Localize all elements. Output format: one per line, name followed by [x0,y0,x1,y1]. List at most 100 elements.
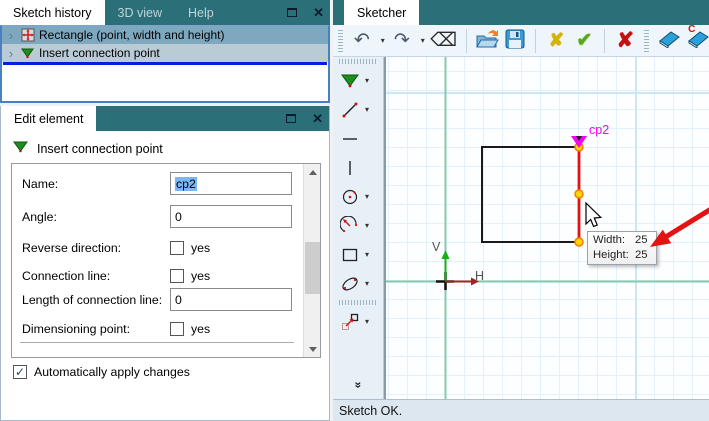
yellow-x-icon: ✘ [548,30,564,50]
status-text: Sketch OK. [339,403,403,418]
insertion-indicator [3,62,327,65]
tab-help[interactable]: Help [175,0,227,25]
erase-elements-button[interactable]: C [686,24,709,54]
connection-point-marker-notch [576,136,582,141]
sketcher-tabbar: Sketcher [333,0,709,25]
field-row-dimensioning-point: Dimensioning point: yes [22,322,210,336]
delete-last-button[interactable]: ⌫ [430,28,458,54]
save-button[interactable] [504,28,526,54]
edit-element-header: Insert connection point [13,141,163,156]
maximize-icon[interactable] [286,114,297,123]
chevron-down-icon[interactable]: ▾ [381,36,385,45]
auto-apply-checkbox[interactable]: ✓ [13,365,27,379]
close-icon[interactable]: ✕ [312,112,323,125]
eraser-icon [657,30,681,51]
v-axis-label: V [432,240,441,254]
ellipse-tool[interactable]: ▾ [333,269,383,298]
undo-button[interactable]: ↶ [351,28,373,54]
angle-field[interactable] [170,205,292,228]
ellipse-icon [338,274,362,294]
field-row-reverse-direction: Reverse direction: yes [22,241,210,255]
tree-item-label: Insert connection point [39,46,160,60]
reverse-direction-label: Reverse direction: [22,241,122,255]
undo-icon: ↶ [353,30,370,51]
delete-button[interactable]: ✘ [614,28,636,54]
properties-groupbox: Name: cp2 Angle: Reverse direction: yes … [11,163,321,358]
maximize-icon[interactable] [287,8,298,17]
tab-sketch-history[interactable]: Sketch history [0,0,105,25]
redo-button[interactable]: ↷ [391,28,413,54]
double-chevron-icon: » [351,381,365,387]
scrollbar-down-icon[interactable] [304,341,321,357]
angle-label: Angle: [22,209,57,224]
chevron-down-icon[interactable]: ▾ [365,76,369,85]
green-triangle-icon [20,46,35,61]
sketch-canvas[interactable]: Width: 25 Height: 25 cp2 V H [384,57,709,399]
edit-element-tabbar: Edit element ✕ [1,106,329,131]
horizontal-line-tool[interactable] [333,124,383,153]
form-scrollbar[interactable] [303,164,320,357]
erase-button[interactable] [657,28,680,54]
edge-end-handle[interactable] [574,237,584,247]
chevron-down-icon[interactable]: ▾ [421,36,425,45]
open-button[interactable] [475,28,499,54]
tools-grip[interactable] [339,59,377,64]
sketch-drawing [386,57,709,399]
connection-point-tool[interactable]: ▾ [333,66,383,95]
chevron-down-icon[interactable]: ▾ [365,250,369,259]
confirm-button[interactable]: ✔ [573,28,595,54]
expander-icon[interactable]: › [6,29,16,42]
scrollbar-thumb[interactable] [305,242,320,294]
redo-icon: ↷ [393,30,410,51]
tab-sketcher[interactable]: Sketcher [344,0,420,25]
tab-edit-element[interactable]: Edit element [1,106,97,131]
chevron-down-icon[interactable]: ▾ [365,279,369,288]
chevron-down-icon[interactable]: ▾ [365,317,369,326]
edge-midpoint-handle[interactable] [574,189,584,199]
red-x-icon: ✘ [616,29,635,52]
rectangle-icon [338,245,362,265]
tab-3d-view[interactable]: 3D view [105,0,175,25]
dimensioning-point-checkbox[interactable] [170,322,184,336]
toolbar-grip[interactable] [338,29,343,52]
line-tool[interactable]: ▾ [333,95,383,124]
expander-icon[interactable]: › [6,47,16,60]
edit-element-header-label: Insert connection point [37,141,163,156]
sketch-rectangle[interactable] [481,146,580,243]
vertical-line-tool[interactable] [333,153,383,182]
chevron-down-icon[interactable]: ▾ [365,105,369,114]
edge-start-handle[interactable] [574,142,584,152]
rectangle-tool[interactable]: ▾ [333,240,383,269]
tools-grip[interactable] [339,300,377,305]
connection-point-label: cp2 [589,123,610,137]
toolbar-grip[interactable] [644,29,650,52]
length-label: Length of connection line: [22,292,163,307]
chevron-down-icon[interactable]: ▾ [365,221,369,230]
chevron-down-icon[interactable]: ▾ [365,192,369,201]
line-icon [338,100,362,120]
rectangle-move-icon [20,28,35,43]
connection-point-marker[interactable] [571,136,587,148]
tree-item-rectangle[interactable]: › Rectangle (point, width and height) [2,26,328,44]
transform-icon [338,312,362,332]
connection-line-checkbox[interactable] [170,269,184,283]
close-icon[interactable]: ✕ [313,6,324,19]
cancel-button[interactable]: ✘ [545,28,567,54]
tooltip-width-label: Width: [593,234,626,246]
circle-tool[interactable]: ▾ [333,182,383,211]
annotation-arrow-shaft [662,207,709,241]
arc-tool[interactable]: ▾ [333,211,383,240]
reverse-direction-checkbox[interactable] [170,241,184,255]
tree-item-label: Rectangle (point, width and height) [39,28,225,42]
transform-tool[interactable]: ▾ [333,307,383,336]
tree-item-connection-point[interactable]: › Insert connection point [2,44,328,62]
name-field[interactable]: cp2 [170,172,292,195]
green-triangle-icon [338,71,362,91]
toolbar-separator [535,28,537,53]
scrollbar-up-icon[interactable] [304,164,321,180]
length-field[interactable] [170,288,292,311]
sketch-history-tree: › Rectangle (point, width and height) › … [0,25,330,103]
backspace-icon: ⌫ [430,30,458,51]
more-tools-button[interactable]: » [333,377,383,391]
circle-icon [338,187,362,207]
